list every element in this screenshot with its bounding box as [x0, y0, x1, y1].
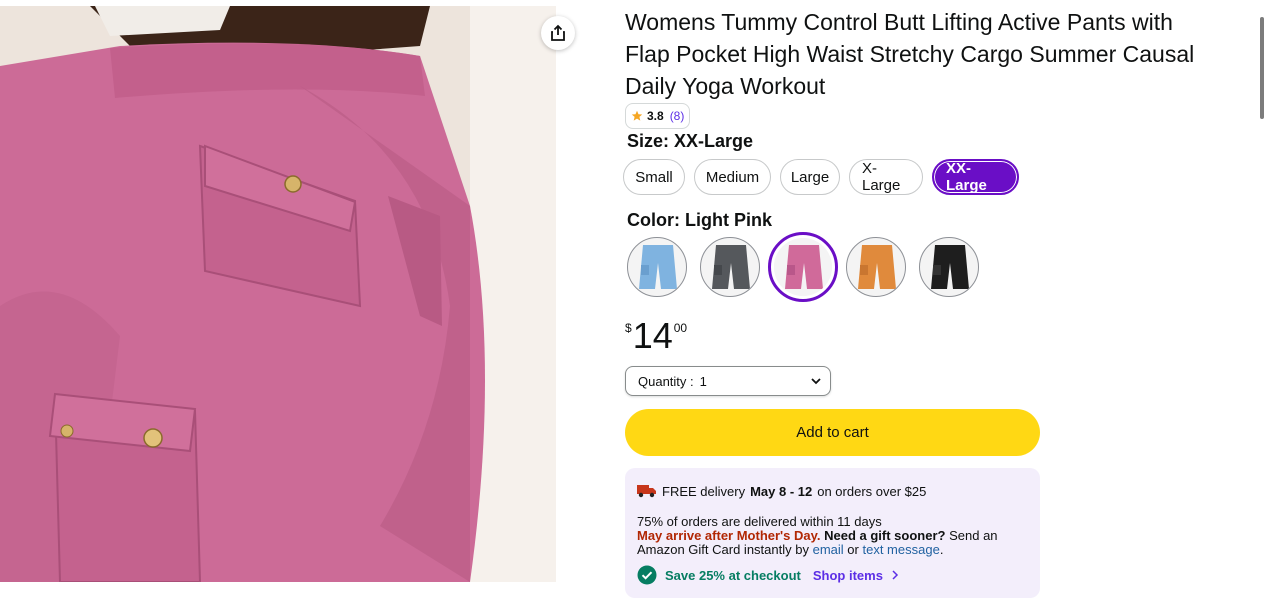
size-label: Size:: [627, 131, 670, 151]
quantity-dropdown[interactable]: Quantity : 1: [625, 366, 831, 396]
shorts-light-blue-icon: [639, 245, 677, 289]
scrollbar-thumb[interactable]: [1260, 17, 1264, 119]
size-option-small[interactable]: Small: [623, 159, 685, 195]
gift-notice: May arrive after Mother's Day. Need a gi…: [637, 529, 1028, 557]
product-title: Womens Tummy Control Butt Lifting Active…: [625, 9, 1195, 99]
delivery-stat: 75% of orders are delivered within 11 da…: [637, 514, 882, 529]
savings-line: Save 25% at checkout Shop items: [637, 565, 1028, 585]
product-image[interactable]: [0, 6, 556, 582]
delivery-line: FREE delivery May 8 - 12 on orders over …: [637, 480, 1028, 502]
rating-score: 3.8: [647, 109, 664, 123]
product-photo: [0, 6, 556, 582]
save-text: Save 25% at checkout: [665, 567, 801, 583]
delivery-dates: May 8 - 12: [750, 483, 813, 499]
truck-icon: [637, 485, 656, 498]
color-label-line: Color: Light Pink: [627, 210, 772, 231]
or-text: or: [847, 542, 859, 557]
free-delivery-text: FREE delivery: [662, 483, 746, 499]
chevron-down-icon: [811, 378, 821, 385]
size-option-xx-large[interactable]: XX-Large: [932, 159, 1019, 195]
shop-items-link[interactable]: Shop items: [813, 568, 883, 583]
color-swatches: [627, 232, 979, 302]
scrollbar[interactable]: [1258, 0, 1267, 582]
size-option-large[interactable]: Large: [780, 159, 840, 195]
swatch-black[interactable]: [919, 237, 979, 297]
check-circle-icon: [637, 565, 657, 585]
period-text: .: [939, 542, 944, 557]
price-whole: 14: [632, 315, 673, 356]
price-fraction: 00: [673, 321, 688, 335]
quantity-label: Quantity :: [638, 373, 694, 389]
delivery-threshold: on orders over $25: [817, 483, 927, 499]
price-symbol: $: [625, 321, 632, 335]
rating-count[interactable]: (8): [670, 109, 685, 123]
add-to-cart-button[interactable]: Add to cart: [625, 409, 1040, 456]
shorts-black-icon: [931, 245, 969, 289]
rating-badge[interactable]: 3.8 (8): [625, 103, 691, 129]
quantity-value: 1: [699, 373, 707, 389]
shorts-dark-gray-icon: [712, 245, 750, 289]
color-selected-value: Light Pink: [685, 210, 773, 230]
share-icon: [551, 24, 565, 41]
shorts-light-pink-icon: [785, 245, 823, 289]
swatch-light-blue[interactable]: [627, 237, 687, 297]
swatch-dark-gray[interactable]: [700, 237, 760, 297]
text-message-link[interactable]: text message: [862, 542, 939, 557]
size-option-x-large[interactable]: X-Large: [849, 159, 923, 195]
chevron-right-icon: [892, 570, 898, 580]
size-label-line: Size: XX-Large: [627, 131, 753, 152]
gift-question: Need a gift sooner?: [824, 528, 946, 543]
swatch-light-pink-inner: [774, 238, 832, 296]
share-button[interactable]: [541, 16, 575, 50]
delivery-box: FREE delivery May 8 - 12 on orders over …: [625, 468, 1040, 598]
swatch-orange[interactable]: [846, 237, 906, 297]
star-icon: [631, 110, 643, 121]
size-selected-value: XX-Large: [674, 131, 754, 151]
mothers-day-warning: May arrive after Mother's Day.: [637, 528, 821, 543]
color-label: Color:: [627, 210, 680, 230]
image-pane: [0, 0, 585, 582]
shorts-orange-icon: [858, 245, 896, 289]
price: $ 14 00: [625, 315, 687, 357]
swatch-light-pink[interactable]: [768, 232, 838, 302]
email-link[interactable]: email: [813, 542, 844, 557]
size-options: Small Medium Large X-Large XX-Large: [623, 159, 1019, 195]
size-option-medium[interactable]: Medium: [694, 159, 771, 195]
